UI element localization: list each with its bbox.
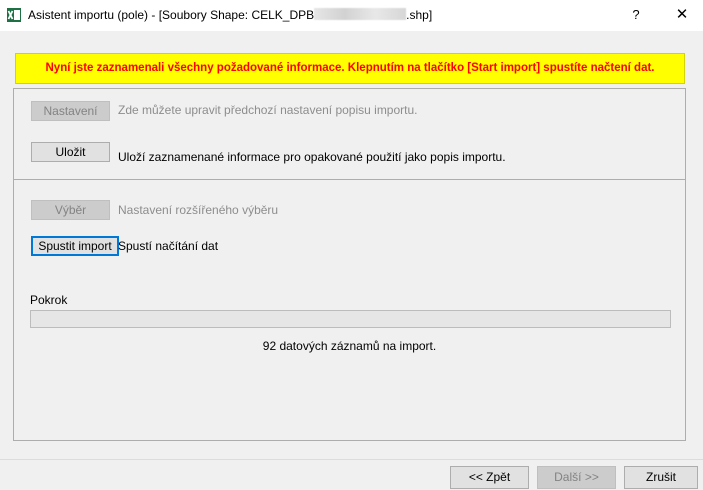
settings-description: Zde můžete upravit předchozí nastavení p… (118, 103, 418, 117)
banner-text: Nyní jste zaznamenali všechny požadované… (45, 62, 655, 74)
window-title-suffix: .shp] (406, 8, 433, 22)
start-import-button[interactable]: Spustit import (31, 236, 119, 256)
cancel-button[interactable]: Zrušit (624, 466, 698, 489)
selection-button[interactable]: Výběr (31, 200, 110, 220)
redacted-filename (314, 8, 407, 20)
next-button[interactable]: Další >> (537, 466, 616, 489)
progress-label: Pokrok (30, 293, 68, 307)
back-button[interactable]: << Zpět (450, 466, 529, 489)
save-button[interactable]: Uložit (31, 142, 110, 162)
wizard-footer: << Zpět Další >> Zrušit (0, 459, 703, 490)
close-button[interactable]: ✕ (672, 5, 692, 25)
instruction-banner: Nyní jste zaznamenali všechny požadované… (15, 53, 685, 84)
import-progress-bar (30, 310, 671, 328)
wizard-content: Nyní jste zaznamenali všechny požadované… (0, 31, 703, 459)
window-title: Asistent importu (pole) - [Soubory Shape… (28, 8, 432, 22)
help-button[interactable]: ? (626, 5, 646, 25)
window-title-prefix: Asistent importu (pole) - [Soubory Shape… (28, 8, 315, 22)
section-divider (14, 179, 685, 180)
import-panel: Nastavení Zde můžete upravit předchozí n… (13, 88, 686, 441)
settings-button[interactable]: Nastavení (31, 101, 110, 121)
records-count-text: 92 datových záznamů na import. (262, 339, 437, 353)
selection-description: Nastavení rozšířeného výběru (118, 203, 279, 217)
start-import-description: Spustí načítání dat (118, 239, 219, 253)
excel-app-icon (7, 8, 21, 22)
save-description: Uloží zaznamenané informace pro opakovan… (118, 150, 506, 164)
title-bar: Asistent importu (pole) - [Soubory Shape… (0, 0, 703, 31)
